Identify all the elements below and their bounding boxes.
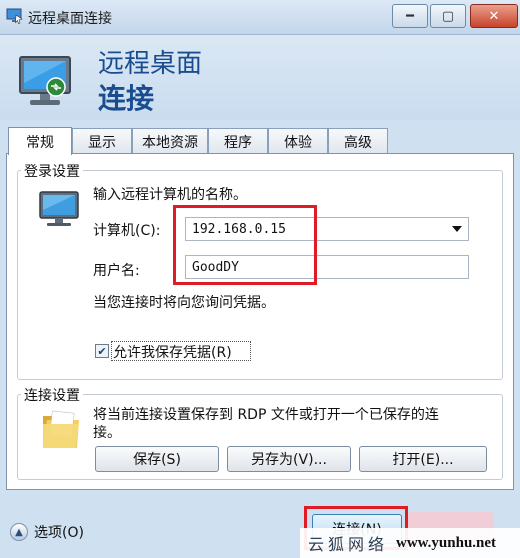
computer-value: 192.168.0.15	[192, 221, 286, 237]
tab-advanced[interactable]: 高级	[328, 128, 388, 154]
watermark-url: www.yunhu.net	[396, 534, 497, 551]
save-button[interactable]: 保存(S)	[95, 446, 219, 472]
computer-label: 计算机(C):	[93, 223, 161, 239]
minimize-icon: ━	[406, 8, 414, 24]
maximize-button[interactable]: ▢	[430, 4, 466, 28]
maximize-icon: ▢	[441, 8, 455, 24]
minimize-button[interactable]: ━	[392, 4, 428, 28]
monitor-icon	[19, 56, 71, 105]
folder-icon	[43, 410, 79, 448]
save-as-button[interactable]: 另存为(V)...	[227, 446, 351, 472]
remote-desktop-icon	[6, 8, 23, 24]
expand-options-icon[interactable]: ▲	[10, 523, 28, 541]
username-label: 用户名:	[93, 263, 140, 279]
options-label[interactable]: 选项(O)	[34, 522, 84, 542]
tab-local-resources[interactable]: 本地资源	[132, 128, 208, 154]
header-banner: 远程桌面 连接	[0, 35, 520, 120]
connection-description-line2: 接。	[93, 425, 121, 441]
login-settings-label: 登录设置	[21, 161, 83, 181]
save-credentials-label[interactable]: 允许我保存凭据(R)	[113, 342, 232, 362]
header-title-line1: 远程桌面	[98, 49, 203, 79]
open-button[interactable]: 打开(E)...	[359, 446, 487, 472]
chevron-down-icon[interactable]	[452, 226, 462, 232]
close-icon: ✕	[488, 8, 500, 24]
tab-experience[interactable]: 体验	[268, 128, 328, 154]
instruction-text: 输入远程计算机的名称。	[93, 187, 247, 203]
save-credentials-checkbox[interactable]: ✔	[95, 344, 109, 358]
username-input[interactable]: GoodDY	[185, 255, 469, 279]
checkmark-icon: ✔	[97, 344, 107, 358]
tab-programs[interactable]: 程序	[208, 128, 268, 154]
tab-display[interactable]: 显示	[72, 128, 132, 154]
username-value: GoodDY	[192, 259, 239, 275]
watermark-text: 云狐网络	[308, 535, 389, 554]
computer-combobox[interactable]: 192.168.0.15	[185, 217, 469, 241]
title-bar: 远程桌面连接 ━ ▢ ✕	[0, 0, 520, 35]
computer-icon	[39, 191, 79, 226]
connection-settings-label: 连接设置	[21, 385, 83, 405]
connection-description-line1: 将当前连接设置保存到 RDP 文件或打开一个已保存的连	[93, 407, 439, 423]
watermark: 云狐网络 www.yunhu.net	[300, 528, 520, 558]
tab-general[interactable]: 常规	[8, 127, 72, 155]
credentials-note: 当您连接时将向您询问凭据。	[93, 295, 275, 311]
window-title: 远程桌面连接	[28, 11, 112, 27]
general-tab-panel: 登录设置 输入远程计算机的名称。 计算机(C): 192.168.0.15 用户…	[6, 153, 514, 490]
close-button[interactable]: ✕	[470, 4, 518, 28]
header-title-line2: 连接	[98, 82, 155, 115]
